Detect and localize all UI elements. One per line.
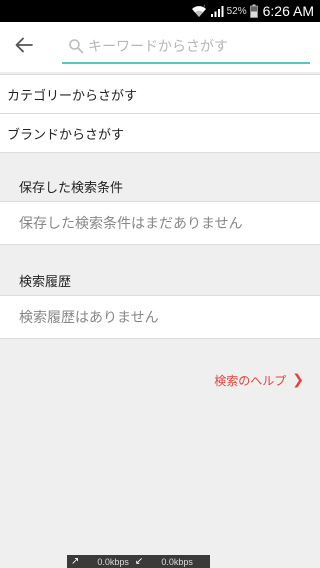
brand-search-label: ブランドからさがす [7,127,125,143]
brand-search-row[interactable]: ブランドからさがす [0,113,320,153]
search-history-empty: 検索履歴はありません [0,295,320,339]
clock: 6:26 AM [262,3,314,19]
saved-searches-empty: 保存した検索条件はまだありません [0,201,320,245]
back-arrow-icon [15,37,33,57]
battery-percent: 52% [226,5,247,17]
saved-searches-title: 保存した検索条件 [0,171,320,201]
search-box[interactable] [62,32,310,64]
upload-speed: 0.0kbps [97,556,129,567]
search-help-link[interactable]: 検索のヘルプ ❯ [214,370,304,390]
chevron-right-icon: ❯ [292,372,304,388]
search-icon [68,38,84,54]
category-search-row[interactable]: カテゴリーからさがす [0,74,320,113]
wifi-icon: ↕ [191,4,207,18]
upload-arrow-icon: ↗ [71,556,80,567]
signal-icon [210,4,224,18]
download-speed: 0.0kbps [161,556,193,567]
status-indicators: ↕ 52% 6:26 AM [191,0,314,22]
search-history-title: 検索履歴 [0,265,320,295]
search-header [0,22,320,72]
search-input[interactable] [88,35,304,59]
category-search-label: カテゴリーからさがす [7,88,138,104]
network-speed-overlay: ↗ 0.0kbps ↙ 0.0kbps [67,555,210,568]
battery-icon [249,4,258,18]
status-bar: ↕ 52% 6:26 AM [0,0,320,22]
download-arrow-icon: ↙ [134,556,144,567]
svg-text:↕: ↕ [203,4,205,8]
back-button[interactable] [12,35,36,59]
search-help-label: 検索のヘルプ [214,373,287,388]
